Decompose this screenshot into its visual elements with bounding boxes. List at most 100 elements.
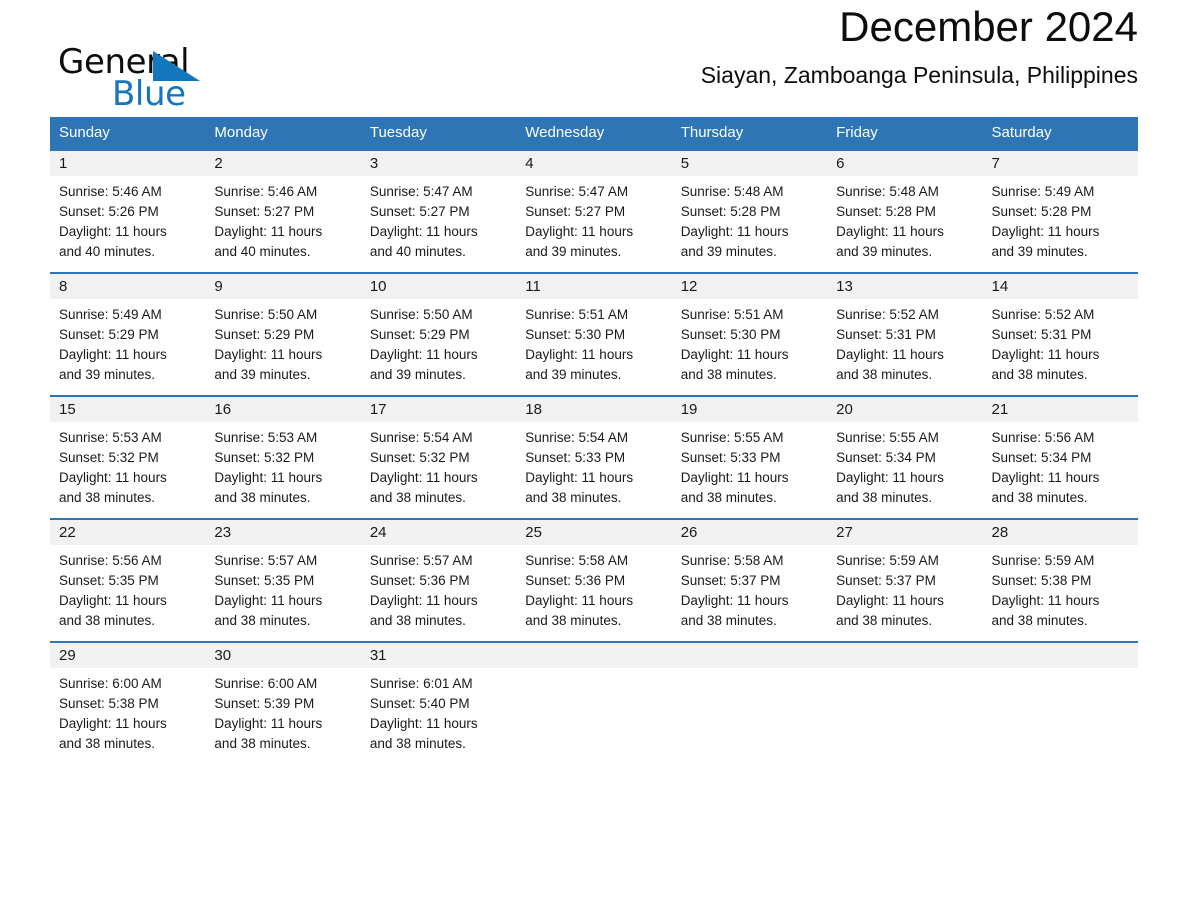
daylight-text-line2: and 38 minutes.	[680, 490, 777, 505]
sunset-text: Sunset: 5:27 PM	[214, 204, 315, 219]
day-number[interactable]: 27	[827, 520, 982, 545]
calendar-week-row: 1 2 3 4 5 6 7 Sunrise: 5:46 AM Sunset: 5…	[50, 149, 1138, 272]
day-number[interactable]: 22	[50, 520, 205, 545]
daylight-text-line2: and 38 minutes.	[214, 490, 311, 505]
day-number[interactable]: 19	[672, 397, 827, 422]
day-cell: Sunrise: 5:47 AM Sunset: 5:27 PM Dayligh…	[361, 176, 516, 272]
day-number[interactable]: 21	[983, 397, 1138, 422]
day-number[interactable]: 2	[205, 151, 360, 176]
sunrise-text: Sunrise: 5:52 AM	[836, 307, 939, 322]
day-number[interactable]: 17	[361, 397, 516, 422]
sunset-text: Sunset: 5:35 PM	[214, 573, 315, 588]
sunrise-text: Sunrise: 6:01 AM	[369, 676, 473, 691]
day-number[interactable]: 20	[827, 397, 982, 422]
day-detail-row: Sunrise: 6:00 AM Sunset: 5:38 PM Dayligh…	[50, 668, 1138, 768]
day-number[interactable]: 30	[205, 643, 360, 668]
day-number[interactable]: 10	[361, 274, 516, 299]
daylight-text-line2: and 39 minutes.	[836, 244, 933, 259]
daylight-text-line1: Daylight: 11 hours	[680, 470, 789, 485]
sunrise-text: Sunrise: 5:53 AM	[59, 430, 162, 445]
sunset-text: Sunset: 5:35 PM	[59, 573, 159, 588]
sunset-text: Sunset: 5:32 PM	[214, 450, 315, 465]
daylight-text-line2: and 39 minutes.	[214, 367, 311, 382]
sunrise-text: Sunrise: 5:58 AM	[525, 553, 629, 568]
sunset-text: Sunset: 5:37 PM	[836, 573, 936, 588]
daylight-text-line1: Daylight: 11 hours	[680, 347, 789, 362]
sunrise-text: Sunrise: 5:47 AM	[525, 184, 629, 199]
day-number[interactable]: 29	[50, 643, 205, 668]
day-number[interactable]: 13	[827, 274, 982, 299]
daylight-text-line2: and 38 minutes.	[991, 367, 1088, 382]
day-cell: Sunrise: 6:00 AM Sunset: 5:39 PM Dayligh…	[205, 668, 360, 768]
day-number[interactable]: 5	[672, 151, 827, 176]
daylight-text-line1: Daylight: 11 hours	[214, 593, 323, 608]
daylight-text-line1: Daylight: 11 hours	[59, 593, 167, 608]
daylight-text-line2: and 40 minutes.	[214, 244, 311, 259]
sunrise-text: Sunrise: 5:51 AM	[680, 307, 784, 322]
sunset-text: Sunset: 5:36 PM	[525, 573, 626, 588]
day-number[interactable]: 28	[983, 520, 1138, 545]
sunset-text: Sunset: 5:27 PM	[525, 204, 626, 219]
day-number[interactable]: 12	[672, 274, 827, 299]
day-cell: Sunrise: 5:46 AM Sunset: 5:26 PM Dayligh…	[50, 176, 205, 272]
daylight-text-line1: Daylight: 11 hours	[836, 347, 944, 362]
daylight-text-line1: Daylight: 11 hours	[214, 716, 323, 731]
day-number[interactable]: 31	[361, 643, 516, 668]
day-cell: Sunrise: 5:57 AM Sunset: 5:36 PM Dayligh…	[361, 545, 516, 641]
sunset-text: Sunset: 5:29 PM	[59, 327, 159, 342]
weekday-header-tuesday: Tuesday	[369, 124, 427, 141]
day-cell: Sunrise: 5:59 AM Sunset: 5:38 PM Dayligh…	[983, 545, 1138, 641]
day-number[interactable]: 23	[205, 520, 360, 545]
day-number[interactable]: 1	[50, 151, 205, 176]
general-blue-logo: General Blue	[58, 45, 318, 115]
day-cell-empty	[827, 668, 982, 768]
day-number[interactable]: 4	[516, 151, 671, 176]
day-cell: Sunrise: 5:49 AM Sunset: 5:29 PM Dayligh…	[50, 299, 205, 395]
day-number[interactable]: 18	[516, 397, 671, 422]
day-number[interactable]: 8	[50, 274, 205, 299]
day-number[interactable]: 15	[50, 397, 205, 422]
day-number[interactable]: 26	[672, 520, 827, 545]
sunset-text: Sunset: 5:33 PM	[525, 450, 626, 465]
day-number[interactable]: 24	[361, 520, 516, 545]
sunrise-text: Sunrise: 5:56 AM	[59, 553, 162, 568]
calendar-week-row: 22 23 24 25 26 27 28 Sunrise: 5:56 AM Su…	[50, 518, 1138, 641]
day-number-band: 15 16 17 18 19 20 21	[50, 397, 1138, 422]
sunrise-text: Sunrise: 5:57 AM	[214, 553, 318, 568]
day-number[interactable]: 9	[205, 274, 360, 299]
daylight-text-line2: and 38 minutes.	[59, 736, 156, 751]
day-cell: Sunrise: 5:52 AM Sunset: 5:31 PM Dayligh…	[983, 299, 1138, 395]
day-cell: Sunrise: 5:46 AM Sunset: 5:27 PM Dayligh…	[205, 176, 360, 272]
day-cell: Sunrise: 5:55 AM Sunset: 5:34 PM Dayligh…	[827, 422, 982, 518]
day-cell-empty	[516, 668, 671, 768]
day-cell: Sunrise: 5:51 AM Sunset: 5:30 PM Dayligh…	[516, 299, 671, 395]
daylight-text-line1: Daylight: 11 hours	[59, 347, 167, 362]
day-number[interactable]: 3	[361, 151, 516, 176]
day-cell: Sunrise: 5:51 AM Sunset: 5:30 PM Dayligh…	[672, 299, 827, 395]
sunset-text: Sunset: 5:40 PM	[369, 696, 470, 711]
day-number-band: 29 30 31	[50, 643, 1138, 668]
day-number[interactable]: 6	[827, 151, 982, 176]
day-number[interactable]: 11	[516, 274, 671, 299]
sunrise-text: Sunrise: 5:57 AM	[369, 553, 473, 568]
page-subtitle: Siayan, Zamboanga Peninsula, Philippines	[700, 62, 1138, 88]
day-cell: Sunrise: 5:58 AM Sunset: 5:37 PM Dayligh…	[672, 545, 827, 641]
daylight-text-line2: and 38 minutes.	[59, 490, 156, 505]
day-number[interactable]: 7	[983, 151, 1138, 176]
sunrise-text: Sunrise: 5:50 AM	[369, 307, 473, 322]
daylight-text-line2: and 38 minutes.	[991, 490, 1088, 505]
day-number[interactable]: 25	[516, 520, 671, 545]
daylight-text-line1: Daylight: 11 hours	[680, 593, 789, 608]
daylight-text-line1: Daylight: 11 hours	[991, 470, 1100, 485]
calendar-page: General Blue December 2024 Siayan, Zambo…	[0, 0, 1188, 918]
daylight-text-line2: and 39 minutes.	[59, 367, 156, 382]
sunset-text: Sunset: 5:36 PM	[369, 573, 470, 588]
sunset-text: Sunset: 5:32 PM	[369, 450, 470, 465]
daylight-text-line2: and 38 minutes.	[991, 613, 1088, 628]
day-cell: Sunrise: 5:47 AM Sunset: 5:27 PM Dayligh…	[516, 176, 671, 272]
day-number[interactable]: 14	[983, 274, 1138, 299]
sunrise-text: Sunrise: 5:54 AM	[525, 430, 629, 445]
daylight-text-line2: and 38 minutes.	[369, 736, 466, 751]
day-number[interactable]: 16	[205, 397, 360, 422]
sunrise-text: Sunrise: 5:59 AM	[836, 553, 939, 568]
